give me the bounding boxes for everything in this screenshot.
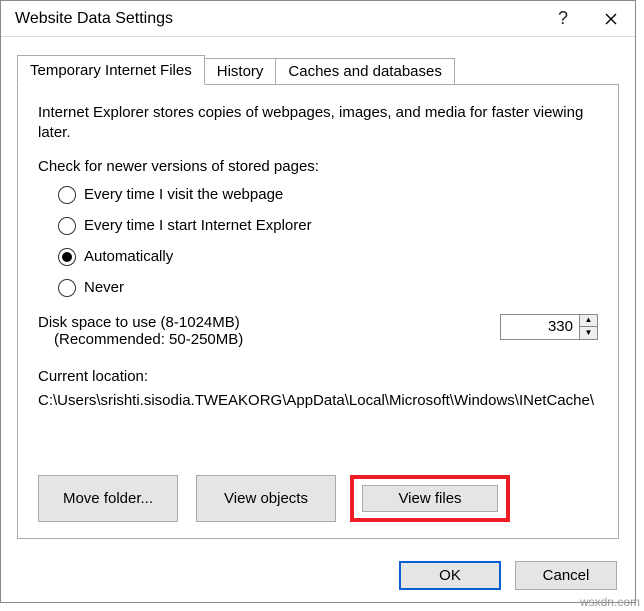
disk-label: Disk space to use (8-1024MB) bbox=[38, 314, 500, 331]
help-button[interactable]: ? bbox=[539, 1, 587, 37]
tab-strip: Temporary Internet Files History Caches … bbox=[17, 53, 619, 85]
tab-temporary-files[interactable]: Temporary Internet Files bbox=[17, 55, 205, 85]
dialog-title: Website Data Settings bbox=[15, 10, 539, 28]
location-label: Current location: bbox=[38, 368, 598, 385]
radio-every-visit[interactable]: Every time I visit the webpage bbox=[58, 183, 598, 207]
tab-history[interactable]: History bbox=[204, 58, 277, 84]
radio-icon bbox=[58, 279, 76, 297]
radio-group: Every time I visit the webpage Every tim… bbox=[58, 183, 598, 300]
disk-label-block: Disk space to use (8-1024MB) (Recommende… bbox=[38, 314, 500, 348]
disk-space-row: Disk space to use (8-1024MB) (Recommende… bbox=[38, 314, 598, 348]
close-button[interactable] bbox=[587, 1, 635, 37]
location-path: C:\Users\srishti.sisodia.TWEAKORG\AppDat… bbox=[38, 391, 598, 411]
description-text: Internet Explorer stores copies of webpa… bbox=[38, 103, 598, 144]
watermark-text: wsxdn.com bbox=[580, 595, 640, 609]
radio-icon bbox=[58, 217, 76, 235]
tab-label: Temporary Internet Files bbox=[30, 62, 192, 79]
ok-button[interactable]: OK bbox=[399, 561, 501, 590]
close-icon bbox=[605, 13, 617, 25]
check-newer-label: Check for newer versions of stored pages… bbox=[38, 158, 598, 175]
action-button-row: Move folder... View objects View files bbox=[38, 475, 510, 522]
disk-recommended: (Recommended: 50-250MB) bbox=[54, 331, 500, 348]
view-files-highlight: View files bbox=[350, 475, 510, 522]
spin-down-button[interactable]: ▼ bbox=[580, 327, 597, 339]
radio-every-start[interactable]: Every time I start Internet Explorer bbox=[58, 214, 598, 238]
radio-never[interactable]: Never bbox=[58, 276, 598, 300]
tab-label: History bbox=[217, 63, 264, 80]
tab-caches[interactable]: Caches and databases bbox=[275, 58, 454, 84]
radio-icon bbox=[58, 186, 76, 204]
spin-up-button[interactable]: ▲ bbox=[580, 315, 597, 328]
tab-label: Caches and databases bbox=[288, 63, 441, 80]
radio-label: Every time I visit the webpage bbox=[84, 186, 283, 203]
dialog-footer: OK Cancel bbox=[399, 561, 617, 590]
tab-content: Internet Explorer stores copies of webpa… bbox=[17, 85, 619, 539]
disk-space-input[interactable] bbox=[501, 315, 579, 339]
radio-icon bbox=[58, 248, 76, 266]
radio-label: Every time I start Internet Explorer bbox=[84, 217, 312, 234]
spin-buttons: ▲ ▼ bbox=[579, 315, 597, 339]
dialog-window: Website Data Settings ? Temporary Intern… bbox=[0, 0, 636, 603]
titlebar: Website Data Settings ? bbox=[1, 1, 635, 37]
cancel-button[interactable]: Cancel bbox=[515, 561, 617, 590]
view-files-button[interactable]: View files bbox=[362, 485, 498, 512]
radio-label: Automatically bbox=[84, 248, 173, 265]
move-folder-button[interactable]: Move folder... bbox=[38, 475, 178, 522]
radio-label: Never bbox=[84, 279, 124, 296]
view-objects-button[interactable]: View objects bbox=[196, 475, 336, 522]
disk-space-spinner[interactable]: ▲ ▼ bbox=[500, 314, 598, 340]
radio-automatically[interactable]: Automatically bbox=[58, 245, 598, 269]
